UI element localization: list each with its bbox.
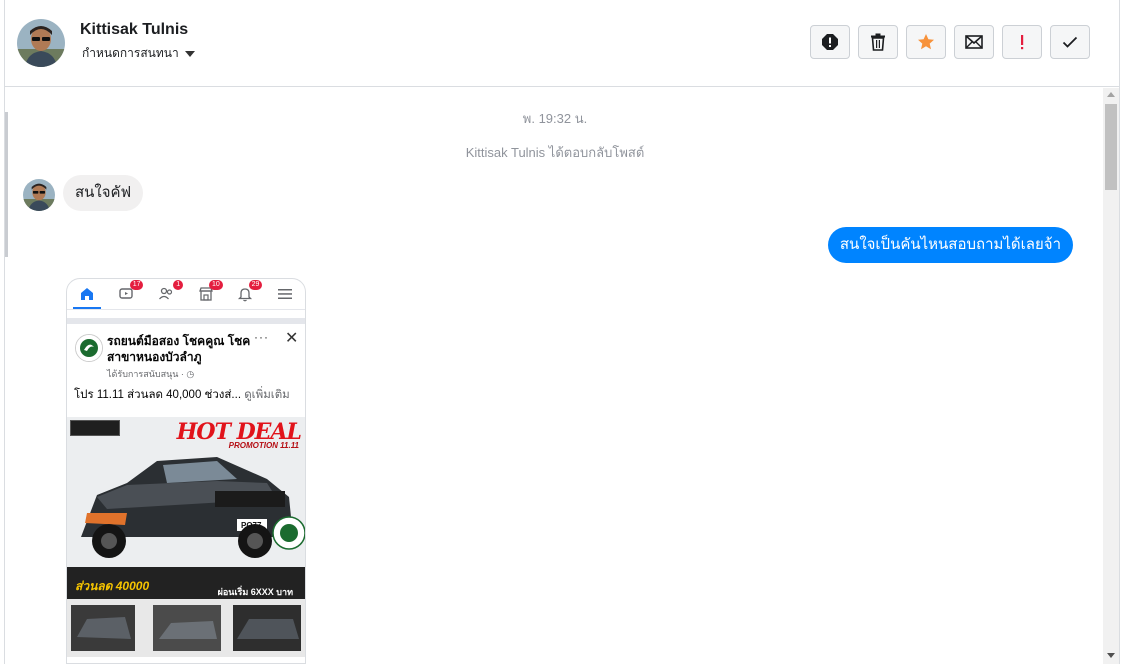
header-actions [810, 25, 1090, 59]
bell-icon: 29 [236, 280, 263, 303]
sponsored-label: ได้รับการสนับสนุน · ◷ [107, 369, 195, 379]
conversation-header: Kittisak Tulnis กำหนดการสนทนา [5, 0, 1119, 87]
scrollbar[interactable] [1103, 88, 1119, 664]
mark-spam-button[interactable] [810, 25, 850, 59]
video-icon: 17 [117, 280, 144, 303]
ad-start-price: ผ่อนเริ่ม 6XXX บาท [217, 587, 293, 597]
close-icon: ✕ [285, 330, 299, 347]
page-logo [75, 334, 103, 362]
friends-icon: 1 [157, 280, 184, 303]
message-avatar [23, 179, 55, 211]
more-icon: ··· [254, 330, 269, 344]
mark-done-button[interactable] [1050, 25, 1090, 59]
system-message: Kittisak Tulnis ได้ตอบกลับโพสต์ [465, 145, 645, 160]
home-icon [78, 285, 96, 303]
see-more-link: ดูเพิ่มเติม [244, 389, 290, 401]
license-plate: PO77 [241, 521, 262, 530]
menu-icon [276, 285, 294, 303]
exclamation-icon [1021, 35, 1024, 50]
envelope-icon [965, 35, 983, 49]
star-button[interactable] [906, 25, 946, 59]
image-attachment[interactable]: 17 1 10 29 รถยนต์มือสอง โชคคูณ โชค สาขาห… [66, 278, 306, 664]
check-icon [1062, 36, 1078, 48]
message-timestamp: พ. 19:32 น. [522, 111, 588, 126]
conversation-menu-label: กำหนดการสนทนา [82, 46, 179, 60]
ad-image: HOT DEAL PROMOTION 11.11 PO77 ส่วนลด 400… [67, 417, 305, 657]
trash-icon [871, 33, 885, 51]
conversation-menu[interactable]: กำหนดการสนทนา [82, 44, 195, 63]
nav-badge: 1 [173, 280, 184, 290]
star-icon [918, 34, 934, 50]
outgoing-message[interactable]: สนใจเป็นคันไหนสอบถามได้เลยจ้า [827, 227, 1073, 263]
scrollbar-thumb[interactable] [1105, 104, 1117, 190]
page-name: รถยนต์มือสอง โชคคูณ โชค สาขาหนองบัวลำภู [107, 334, 251, 364]
mark-important-button[interactable] [1002, 25, 1042, 59]
conversation-panel: Kittisak Tulnis กำหนดการสนทนา พ. 19:32 น… [4, 0, 1120, 664]
post-text: โปร 11.11 ส่วนลด 40,000 ช่วงส่... ดูเพิ่… [74, 389, 290, 401]
avatar[interactable] [17, 19, 65, 67]
contact-name: Kittisak Tulnis [80, 21, 189, 38]
nav-badge: 10 [209, 280, 223, 290]
marketplace-icon: 10 [197, 280, 223, 303]
fb-nav-bar: 17 1 10 29 [67, 279, 305, 310]
ad-discount: ส่วนลด 40000 [75, 579, 150, 593]
spam-icon [822, 34, 838, 50]
scroll-up-arrow-icon[interactable] [1107, 92, 1115, 97]
caret-down-icon [184, 50, 195, 57]
post-header: รถยนต์มือสอง โชคคูณ โชค สาขาหนองบัวลำภู … [67, 324, 305, 380]
nav-badge: 17 [129, 280, 144, 290]
nav-badge: 29 [248, 280, 263, 290]
globe-icon: ◷ [186, 369, 195, 379]
ad-subtitle: PROMOTION 11.11 [228, 441, 299, 450]
mark-unread-button[interactable] [954, 25, 994, 59]
active-tab-indicator [73, 307, 101, 309]
delete-button[interactable] [858, 25, 898, 59]
incoming-message[interactable]: สนใจคัฟ [63, 175, 144, 211]
scroll-down-arrow-icon[interactable] [1107, 653, 1115, 658]
dealer-logo [70, 420, 120, 436]
left-edge-indicator [5, 112, 8, 257]
